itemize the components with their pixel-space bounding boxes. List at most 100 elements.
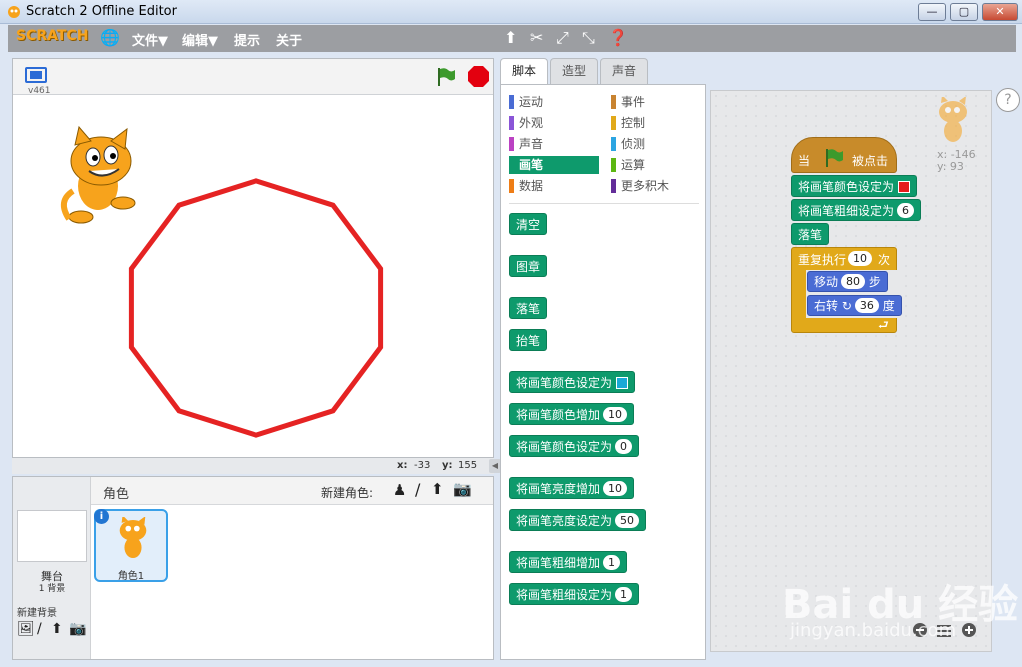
paint-backdrop-icon[interactable]: 🖼: [17, 621, 35, 637]
category-6[interactable]: 侦测: [611, 135, 701, 153]
category-1[interactable]: 运动: [509, 93, 599, 111]
script-move[interactable]: 移动 80 步: [807, 271, 888, 292]
upload-sprite-icon[interactable]: ⬆: [431, 480, 444, 498]
block-set-pen-color-num[interactable]: 将画笔颜色设定为 0: [509, 435, 640, 457]
fullscreen-icon[interactable]: [25, 67, 47, 83]
menu-edit[interactable]: 编辑▼: [182, 30, 218, 49]
tab-costumes[interactable]: 造型: [550, 58, 598, 84]
block-when-flag-clicked[interactable]: 当 被点击: [791, 137, 897, 173]
script-move-label: 移动: [814, 275, 839, 289]
block-set-pen-color[interactable]: 将画笔颜色设定为: [509, 371, 636, 393]
menu-about[interactable]: 关于: [276, 30, 302, 49]
camera-icon[interactable]: 📷: [69, 621, 86, 637]
repeat-label: 重复执行: [798, 253, 847, 267]
number-input[interactable]: 50: [615, 513, 640, 528]
tab-scripts[interactable]: 脚本: [500, 58, 548, 85]
stage-canvas[interactable]: [13, 96, 493, 458]
category-10[interactable]: 更多积木: [611, 177, 701, 195]
category-label: 声音: [519, 137, 544, 151]
block-set-pen-size[interactable]: 将画笔粗细设定为 1: [509, 583, 640, 605]
block-change-pen-color[interactable]: 将画笔颜色增加 10: [509, 403, 635, 425]
brush-icon[interactable]: /: [37, 621, 42, 637]
grow-icon[interactable]: ⤢: [556, 28, 569, 48]
scratch-cat-sprite[interactable]: [60, 125, 136, 224]
sprite-name: 角色1: [117, 571, 145, 582]
upload-icon[interactable]: ⬆: [51, 621, 63, 637]
number-input[interactable]: 10: [603, 407, 628, 422]
color-swatch[interactable]: [616, 377, 629, 389]
block-stamp[interactable]: 图章: [509, 255, 548, 277]
number-input[interactable]: 1: [615, 587, 633, 602]
category-label: 数据: [519, 179, 544, 193]
sprite-y-readout: y: 93: [937, 160, 964, 173]
sprite-thumbnail-cat: [119, 517, 147, 558]
menu-file[interactable]: 文件▼: [132, 30, 168, 49]
duplicate-icon[interactable]: ⬆: [504, 28, 517, 47]
category-color-bar: [611, 158, 616, 172]
category-7[interactable]: 画笔: [509, 156, 599, 174]
maximize-button[interactable]: ▢: [950, 3, 978, 21]
block-stamp-label: 图章: [516, 260, 541, 274]
category-label: 运动: [519, 95, 544, 109]
camera-sprite-icon[interactable]: 📷: [453, 480, 472, 498]
backdrop-count: 1 背景: [38, 584, 66, 594]
color-swatch[interactable]: [898, 181, 911, 193]
sprite-tile[interactable]: i 角色1: [94, 509, 168, 582]
stop-icon[interactable]: [468, 66, 489, 87]
script-turn-unit: 度: [882, 299, 895, 313]
category-2[interactable]: 事件: [611, 93, 701, 111]
block-change-pen-size[interactable]: 将画笔粗细增加 1: [509, 551, 628, 573]
help-button[interactable]: ?: [996, 88, 1020, 112]
scripts-area[interactable]: x: -146 y: 93 当 被点击 将画笔颜色设定为 将画笔粗细设定为 6 落…: [710, 90, 992, 652]
globe-icon[interactable]: 🌐: [100, 28, 120, 47]
help-icon[interactable]: ❓: [608, 28, 628, 47]
category-3[interactable]: 外观: [509, 114, 599, 132]
menu-tips[interactable]: 提示: [234, 30, 260, 49]
block-palette: 运动 事件外观 控制声音 侦测 画笔 运算数据 更多积木 清空 图章 落笔 抬笔 将画笔颜色…: [500, 84, 706, 660]
shrink-icon[interactable]: ⤡: [582, 28, 595, 48]
block-change-pen-shade[interactable]: 将画笔亮度增加 10: [509, 477, 635, 499]
block-pen-down[interactable]: 落笔: [509, 297, 548, 319]
block-clear[interactable]: 清空: [509, 213, 548, 235]
script-set-pen-size[interactable]: 将画笔粗细设定为 6: [791, 199, 922, 221]
delete-icon[interactable]: ✂: [530, 28, 543, 47]
script-turn-right[interactable]: 右转 ↻ 36 度: [807, 295, 902, 316]
category-9[interactable]: 数据: [509, 177, 599, 195]
tab-sounds[interactable]: 声音: [600, 58, 648, 84]
number-input[interactable]: 36: [854, 298, 879, 313]
version-label: v461: [28, 86, 51, 96]
paint-sprite-icon[interactable]: /: [415, 480, 420, 499]
number-input[interactable]: 10: [603, 481, 628, 496]
category-color-bar: [611, 137, 616, 151]
number-input[interactable]: 80: [841, 274, 866, 289]
sprite-library-icon[interactable]: ♟: [393, 481, 406, 499]
number-input[interactable]: 10: [848, 251, 872, 266]
sprite-info-icon[interactable]: i: [94, 509, 109, 524]
green-flag-icon[interactable]: [435, 67, 457, 87]
category-color-bar: [509, 137, 514, 151]
stage-thumbnail[interactable]: [17, 510, 87, 562]
window-titlebar: Scratch 2 Offline Editor — ▢ ✕: [0, 0, 1022, 24]
stage-panel: v461: [12, 58, 494, 458]
script-set-pen-color[interactable]: 将画笔颜色设定为: [791, 175, 918, 197]
hat-clicked-label: 被点击: [852, 154, 889, 168]
script-pen-down[interactable]: 落笔: [791, 223, 830, 245]
window-title: Scratch 2 Offline Editor: [26, 4, 177, 19]
close-button[interactable]: ✕: [982, 3, 1018, 21]
scratch-logo[interactable]: SCRATCH: [16, 28, 88, 44]
category-4[interactable]: 控制: [611, 114, 701, 132]
category-5[interactable]: 声音: [509, 135, 599, 153]
number-input[interactable]: 6: [897, 203, 915, 218]
sprites-title: 角色: [103, 487, 130, 502]
block-pen-up[interactable]: 抬笔: [509, 329, 548, 351]
number-input[interactable]: 0: [615, 439, 633, 454]
stage-column: 舞台 1 背景 新建背景 🖼 / ⬆ 📷: [13, 477, 91, 659]
block-set-pen-shade[interactable]: 将画笔亮度设定为 50: [509, 509, 647, 531]
category-label: 事件: [621, 95, 646, 109]
minimize-button[interactable]: —: [918, 3, 946, 21]
block-change-pen-shade-label: 将画笔亮度增加: [516, 482, 601, 496]
block-change-pen-color-label: 将画笔颜色增加: [516, 408, 601, 422]
category-8[interactable]: 运算: [611, 156, 701, 174]
block-set-pen-shade-label: 将画笔亮度设定为: [516, 514, 613, 528]
number-input[interactable]: 1: [603, 555, 621, 570]
